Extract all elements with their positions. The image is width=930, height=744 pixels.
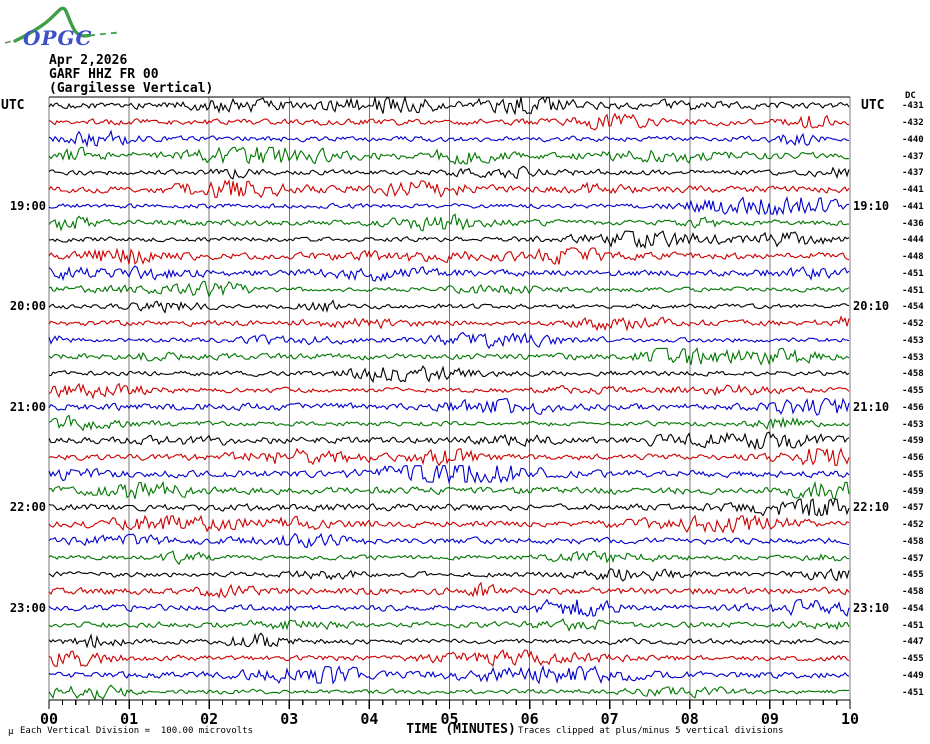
dc-value-row-9: -444: [902, 235, 924, 246]
dc-value-row-32: -451: [902, 620, 924, 631]
x-tick-label-06: 06: [520, 710, 539, 728]
dc-value-row-25: -457: [902, 503, 924, 514]
dc-value-row-24: -459: [902, 486, 924, 497]
dc-value-row-1: -431: [902, 101, 924, 112]
right-hour-label-21:10: 21:10: [853, 399, 890, 414]
x-tick-label-09: 09: [760, 710, 779, 728]
x-tick-label-00: 00: [39, 710, 59, 728]
dc-value-row-4: -437: [902, 151, 924, 162]
x-tick-label-02: 02: [200, 710, 219, 728]
dc-value-row-12: -451: [902, 285, 924, 296]
x-tick-label-07: 07: [600, 710, 619, 728]
helicorder-page: OPGC Apr 2,2026 GARF HHZ FR 00 (Gargiles…: [0, 0, 930, 744]
right-hour-label-22:10: 22:10: [853, 500, 890, 515]
dc-value-row-23: -455: [902, 469, 924, 480]
dc-value-row-8: -436: [902, 218, 924, 229]
dc-value-row-16: -453: [902, 352, 924, 363]
x-tick-label-03: 03: [280, 710, 299, 728]
right-hour-label-19:10: 19:10: [853, 198, 890, 213]
left-hour-label-21:00: 21:00: [9, 399, 46, 414]
right-hour-label-20:10: 20:10: [853, 299, 890, 314]
dc-value-row-28: -457: [902, 553, 924, 564]
dc-value-row-10: -448: [902, 252, 924, 263]
left-hour-label-22:00: 22:00: [9, 500, 46, 515]
dc-value-row-15: -453: [902, 335, 924, 346]
dc-value-row-30: -458: [902, 587, 924, 598]
dc-value-row-33: -447: [902, 637, 924, 648]
microvolt-glyph: µ: [8, 727, 14, 737]
x-tick-label-10: 10: [840, 710, 860, 728]
dc-value-row-27: -458: [902, 536, 924, 547]
dc-value-row-19: -456: [902, 402, 924, 413]
dc-value-row-34: -455: [902, 654, 924, 665]
dc-value-row-18: -455: [902, 386, 924, 397]
dc-value-row-26: -452: [902, 520, 924, 531]
x-tick-label-05: 05: [440, 710, 459, 728]
clip-note: Traces clipped at plus/minus 5 vertical …: [518, 726, 784, 736]
dc-value-row-14: -452: [902, 319, 924, 330]
x-tick-label-04: 04: [360, 710, 379, 728]
dc-value-row-5: -437: [902, 168, 924, 179]
dc-value-row-3: -440: [902, 134, 924, 145]
dc-value-row-7: -441: [902, 201, 924, 212]
right-hour-label-23:10: 23:10: [853, 600, 890, 615]
left-hour-label-19:00: 19:00: [9, 198, 46, 213]
dc-value-row-20: -453: [902, 419, 924, 430]
dc-value-row-13: -454: [902, 302, 924, 313]
x-tick-label-01: 01: [120, 710, 139, 728]
seismogram-plot: [48, 95, 851, 709]
dc-value-row-2: -432: [902, 118, 924, 129]
dc-value-row-29: -455: [902, 570, 924, 581]
dc-value-row-35: -449: [902, 670, 924, 681]
x-tick-label-08: 08: [680, 710, 699, 728]
dc-value-row-6: -441: [902, 185, 924, 196]
left-hour-label-23:00: 23:00: [9, 600, 46, 615]
dc-value-row-36: -451: [902, 687, 924, 698]
dc-value-row-11: -451: [902, 268, 924, 279]
left-hour-label-20:00: 20:00: [9, 299, 46, 314]
dc-value-row-22: -456: [902, 453, 924, 464]
dc-value-row-31: -454: [902, 603, 924, 614]
dc-value-row-17: -458: [902, 369, 924, 380]
dc-value-row-21: -459: [902, 436, 924, 447]
